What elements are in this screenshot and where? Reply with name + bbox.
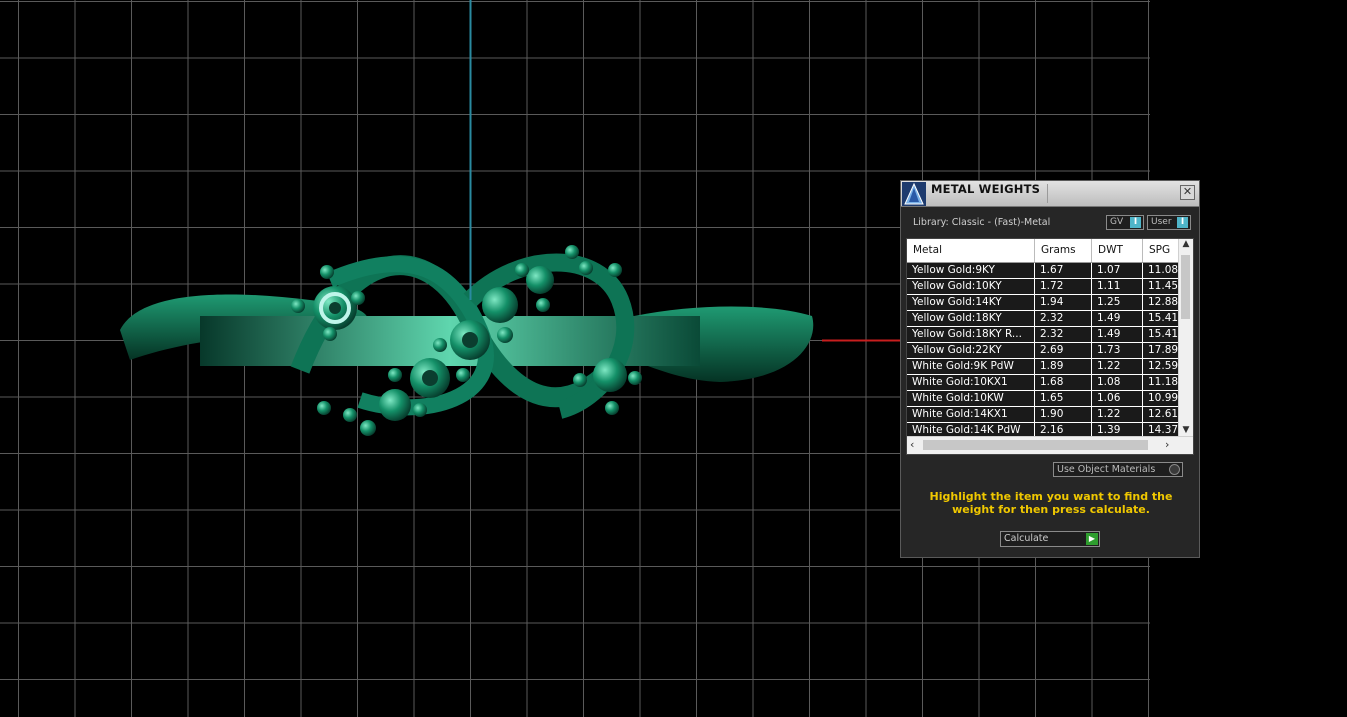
cell-grams: 2.32 — [1035, 311, 1092, 327]
instruction-text: Highlight the item you want to find the … — [929, 490, 1173, 516]
title-divider — [1047, 184, 1048, 203]
cell-metal: Yellow Gold:10KY — [907, 279, 1035, 295]
vertical-scrollbar[interactable]: ▲ ▼ — [1178, 239, 1193, 439]
cell-spg: 11.45 — [1143, 279, 1179, 295]
cell-metal: Yellow Gold:18KY — [907, 311, 1035, 327]
cell-spg: 11.18 — [1143, 375, 1179, 391]
table-row[interactable]: White Gold:9K PdW 1.89 1.22 12.59 — [907, 359, 1179, 375]
cell-dwt: 1.49 — [1092, 311, 1143, 327]
table-row[interactable]: White Gold:10KW 1.65 1.06 10.99 — [907, 391, 1179, 407]
cell-metal: Yellow Gold:14KY — [907, 295, 1035, 311]
cell-grams: 2.69 — [1035, 343, 1092, 359]
cell-dwt: 1.22 — [1092, 359, 1143, 375]
column-header-metal[interactable]: Metal — [907, 239, 1035, 262]
table-header: Metal Grams DWT SPG — [907, 239, 1179, 263]
use-object-materials-label: Use Object Materials — [1057, 464, 1156, 475]
cell-metal: White Gold:10KX1 — [907, 375, 1035, 391]
user-toggle-label: User — [1151, 217, 1172, 227]
cell-spg: 10.99 — [1143, 391, 1179, 407]
gv-toggle-label: GV — [1110, 217, 1124, 227]
calculate-label: Calculate — [1004, 533, 1049, 544]
metal-table[interactable]: Metal Grams DWT SPG Yellow Gold:9KY 1.67 1… — [906, 238, 1194, 455]
column-header-spg[interactable]: SPG — [1143, 239, 1179, 262]
use-object-materials-option[interactable]: Use Object Materials — [1053, 462, 1183, 477]
cell-spg: 11.08 — [1143, 263, 1179, 279]
cell-dwt: 1.25 — [1092, 295, 1143, 311]
cell-spg: 12.88 — [1143, 295, 1179, 311]
cell-grams: 1.94 — [1035, 295, 1092, 311]
cell-spg: 15.41 — [1143, 327, 1179, 343]
cell-dwt: 1.22 — [1092, 407, 1143, 423]
calculate-button[interactable]: Calculate ▶ — [1000, 531, 1100, 547]
app-logo-icon — [902, 182, 926, 206]
scroll-left-icon[interactable]: ‹ — [910, 438, 914, 451]
cell-grams: 2.32 — [1035, 327, 1092, 343]
cell-metal: Yellow Gold:18KY R... — [907, 327, 1035, 343]
table-row[interactable]: White Gold:10KX1 1.68 1.08 11.18 — [907, 375, 1179, 391]
cell-dwt: 1.08 — [1092, 375, 1143, 391]
close-icon[interactable]: ✕ — [1180, 185, 1195, 200]
table-row[interactable]: Yellow Gold:18KY 2.32 1.49 15.41 — [907, 311, 1179, 327]
horizontal-scroll-thumb[interactable] — [923, 440, 1148, 450]
cell-grams: 1.65 — [1035, 391, 1092, 407]
user-toggle[interactable]: User I — [1147, 215, 1191, 230]
vertical-scroll-thumb[interactable] — [1181, 255, 1190, 319]
cell-spg: 15.41 — [1143, 311, 1179, 327]
cell-spg: 12.61 — [1143, 407, 1179, 423]
cell-metal: White Gold:9K PdW — [907, 359, 1035, 375]
library-label: Library: Classic - (Fast)-Metal — [913, 217, 1051, 228]
cell-spg: 17.89 — [1143, 343, 1179, 359]
cell-grams: 1.68 — [1035, 375, 1092, 391]
cell-dwt: 1.49 — [1092, 327, 1143, 343]
scroll-down-icon[interactable]: ▼ — [1179, 425, 1193, 435]
column-header-dwt[interactable]: DWT — [1092, 239, 1143, 262]
cell-dwt: 1.11 — [1092, 279, 1143, 295]
horizontal-scrollbar[interactable]: ‹ › — [907, 436, 1193, 454]
table-row[interactable]: Yellow Gold:18KY R... 2.32 1.49 15.41 — [907, 327, 1179, 343]
toggle-indicator-icon: I — [1177, 217, 1188, 228]
metal-weights-panel: METAL WEIGHTS ✕ Library: Classic - (Fast… — [900, 180, 1200, 558]
radio-icon[interactable] — [1169, 464, 1180, 475]
cell-grams: 1.90 — [1035, 407, 1092, 423]
cell-spg: 12.59 — [1143, 359, 1179, 375]
cell-metal: White Gold:14KX1 — [907, 407, 1035, 423]
toggle-indicator-icon: I — [1130, 217, 1141, 228]
table-body: Yellow Gold:9KY 1.67 1.07 11.08 Yellow Gold:… — [907, 263, 1179, 439]
table-row[interactable]: Yellow Gold:10KY 1.72 1.11 11.45 — [907, 279, 1179, 295]
cell-dwt: 1.73 — [1092, 343, 1143, 359]
cell-metal: Yellow Gold:22KY — [907, 343, 1035, 359]
cell-grams: 1.67 — [1035, 263, 1092, 279]
table-row[interactable]: Yellow Gold:22KY 2.69 1.73 17.89 — [907, 343, 1179, 359]
column-header-grams[interactable]: Grams — [1035, 239, 1092, 262]
panel-titlebar[interactable]: METAL WEIGHTS ✕ — [901, 181, 1199, 207]
scroll-up-icon[interactable]: ▲ — [1179, 239, 1193, 249]
cell-dwt: 1.07 — [1092, 263, 1143, 279]
play-icon: ▶ — [1086, 533, 1098, 545]
table-row[interactable]: Yellow Gold:14KY 1.94 1.25 12.88 — [907, 295, 1179, 311]
scroll-right-icon[interactable]: › — [1165, 438, 1169, 451]
gv-toggle[interactable]: GV I — [1106, 215, 1144, 230]
table-row[interactable]: Yellow Gold:9KY 1.67 1.07 11.08 — [907, 263, 1179, 279]
cell-grams: 1.89 — [1035, 359, 1092, 375]
cell-dwt: 1.06 — [1092, 391, 1143, 407]
cell-grams: 1.72 — [1035, 279, 1092, 295]
table-row[interactable]: White Gold:14KX1 1.90 1.22 12.61 — [907, 407, 1179, 423]
cell-metal: White Gold:10KW — [907, 391, 1035, 407]
ring-model[interactable] — [120, 245, 814, 436]
panel-title: METAL WEIGHTS — [931, 182, 1041, 196]
cell-metal: Yellow Gold:9KY — [907, 263, 1035, 279]
